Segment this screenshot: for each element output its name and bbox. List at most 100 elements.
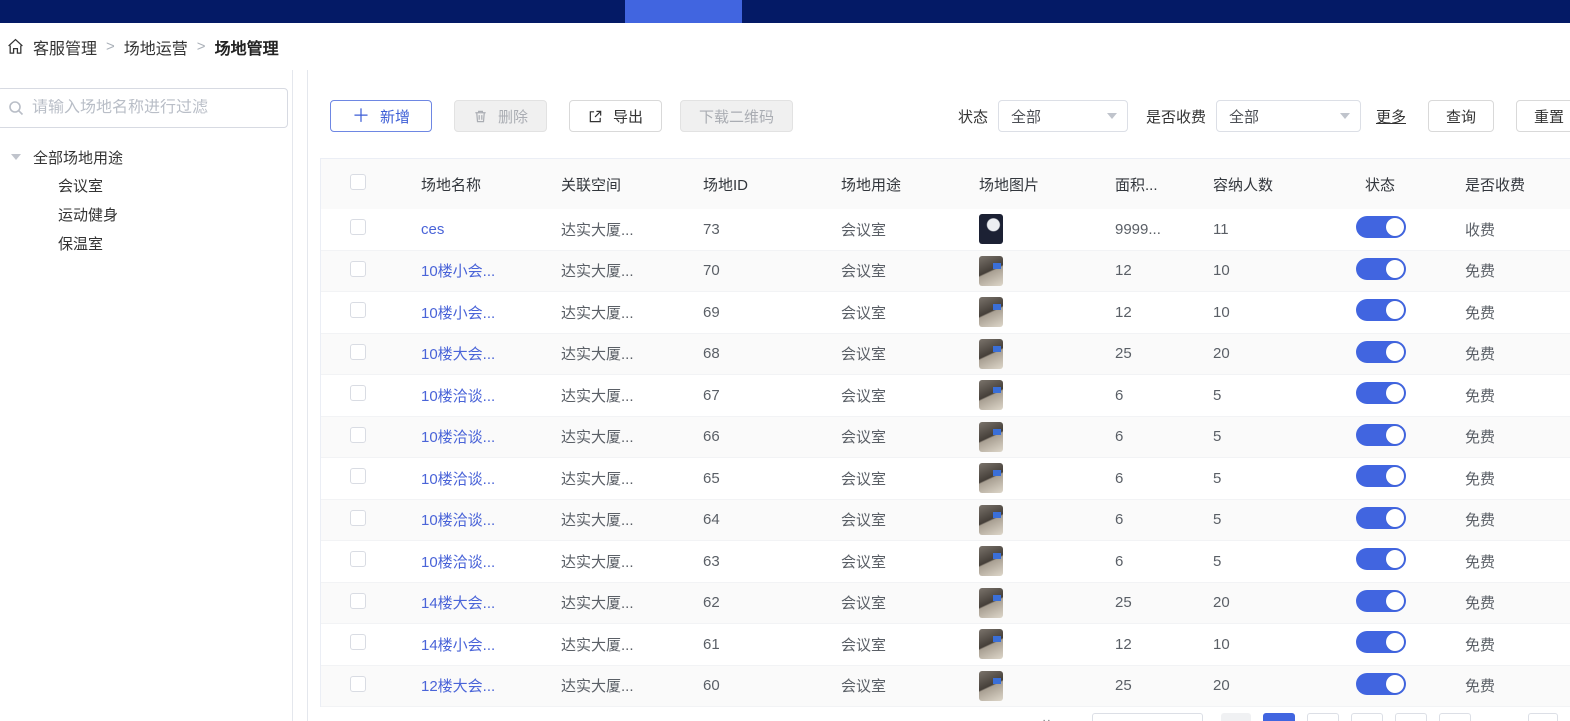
col-header-name: 场地名称 xyxy=(393,174,533,195)
venue-image[interactable] xyxy=(979,422,1003,452)
venue-image[interactable] xyxy=(979,588,1003,618)
page-button-3[interactable]: 3 xyxy=(1351,713,1383,721)
venue-filter-search[interactable] xyxy=(0,88,288,128)
row-checkbox[interactable] xyxy=(350,261,366,277)
cell-fee: 免费 xyxy=(1437,260,1570,281)
page-button-4[interactable]: 4 xyxy=(1395,713,1427,721)
topbar-active-segment[interactable] xyxy=(625,0,742,23)
cell-area: 6 xyxy=(1087,470,1185,487)
download-qr-button[interactable]: 下载二维码 xyxy=(680,100,793,132)
cell-fee: 免费 xyxy=(1437,675,1570,696)
home-icon[interactable] xyxy=(7,38,24,55)
status-toggle[interactable] xyxy=(1356,548,1406,570)
venue-name-link[interactable]: 10楼小会... xyxy=(421,263,495,280)
status-toggle[interactable] xyxy=(1356,424,1406,446)
status-toggle[interactable] xyxy=(1356,299,1406,321)
venue-image[interactable] xyxy=(979,380,1003,410)
venue-name-link[interactable]: 10楼洽谈... xyxy=(421,429,495,446)
query-button[interactable]: 查询 xyxy=(1428,100,1494,132)
next-page-button[interactable]: › xyxy=(1528,713,1558,721)
status-toggle[interactable] xyxy=(1356,216,1406,238)
venue-image[interactable] xyxy=(979,671,1003,701)
cell-space: 达实大厦... xyxy=(533,385,675,406)
row-checkbox[interactable] xyxy=(350,302,366,318)
venue-name-link[interactable]: 10楼大会... xyxy=(421,346,495,363)
venue-image[interactable] xyxy=(979,546,1003,576)
status-toggle[interactable] xyxy=(1356,590,1406,612)
add-button[interactable]: ＋ 新增 xyxy=(330,100,432,132)
status-toggle[interactable] xyxy=(1356,673,1406,695)
row-checkbox[interactable] xyxy=(350,344,366,360)
venue-name-link[interactable]: 14楼小会... xyxy=(421,637,495,654)
cell-capacity: 10 xyxy=(1185,636,1337,653)
toggle-knob xyxy=(1386,218,1404,236)
venue-name-link[interactable]: ces xyxy=(421,221,444,238)
tree-node-root[interactable]: 全部场地用途 xyxy=(0,142,292,172)
row-checkbox[interactable] xyxy=(350,427,366,443)
tree-node-warm-room[interactable]: 保温室 xyxy=(0,230,292,259)
venue-name-link[interactable]: 10楼洽谈... xyxy=(421,554,495,571)
venue-image[interactable] xyxy=(979,463,1003,493)
row-checkbox[interactable] xyxy=(350,634,366,650)
breadcrumb-item[interactable]: 客服管理 xyxy=(33,35,97,59)
prev-page-button[interactable]: ‹ xyxy=(1221,713,1251,721)
export-icon xyxy=(588,109,603,124)
cell-fee: 免费 xyxy=(1437,634,1570,655)
row-checkbox[interactable] xyxy=(350,510,366,526)
export-button[interactable]: 导出 xyxy=(569,100,662,132)
venue-image[interactable] xyxy=(979,297,1003,327)
row-checkbox[interactable] xyxy=(350,219,366,235)
row-checkbox[interactable] xyxy=(350,551,366,567)
plus-icon: ＋ xyxy=(352,107,370,125)
toggle-knob xyxy=(1386,633,1404,651)
breadcrumb: 客服管理 > 场地运营 > 场地管理 xyxy=(0,23,1570,70)
venue-image[interactable] xyxy=(979,256,1003,286)
row-checkbox[interactable] xyxy=(350,593,366,609)
cell-space: 达实大厦... xyxy=(533,219,675,240)
status-toggle[interactable] xyxy=(1356,341,1406,363)
venue-name-link[interactable]: 10楼洽谈... xyxy=(421,512,495,529)
row-checkbox[interactable] xyxy=(350,468,366,484)
venue-image[interactable] xyxy=(979,629,1003,659)
toggle-knob xyxy=(1386,384,1404,402)
cell-capacity: 5 xyxy=(1185,387,1337,404)
select-all-checkbox[interactable] xyxy=(350,174,366,190)
status-filter-select[interactable]: 全部 xyxy=(998,100,1128,132)
status-toggle[interactable] xyxy=(1356,258,1406,280)
tree-node-meeting-room[interactable]: 会议室 xyxy=(0,172,292,201)
cell-area: 6 xyxy=(1087,511,1185,528)
reset-button[interactable]: 重置 xyxy=(1516,100,1570,132)
cell-venue-id: 64 xyxy=(675,511,813,528)
venue-name-link[interactable]: 10楼洽谈... xyxy=(421,471,495,488)
more-link[interactable]: 更多 xyxy=(1376,106,1406,127)
venue-name-link[interactable]: 10楼小会... xyxy=(421,305,495,322)
pagination-total: 共12条 xyxy=(1040,713,1078,721)
venue-name-link[interactable]: 14楼大会... xyxy=(421,595,495,612)
fee-filter-select[interactable]: 全部 xyxy=(1216,100,1361,132)
page-button-5[interactable]: 5 xyxy=(1439,713,1471,721)
page-button-2[interactable]: 2 xyxy=(1307,713,1339,721)
status-toggle[interactable] xyxy=(1356,507,1406,529)
venue-name-link[interactable]: 12楼大会... xyxy=(421,678,495,695)
breadcrumb-item[interactable]: 场地运营 xyxy=(124,35,188,59)
row-checkbox[interactable] xyxy=(350,385,366,401)
status-toggle[interactable] xyxy=(1356,465,1406,487)
venue-name-link[interactable]: 10楼洽谈... xyxy=(421,388,495,405)
venue-image[interactable] xyxy=(979,505,1003,535)
page-button-1[interactable]: 1 xyxy=(1263,713,1295,721)
delete-button[interactable]: 删除 xyxy=(454,100,547,132)
venue-purpose-tree: 全部场地用途 会议室 运动健身 保温室 xyxy=(0,142,292,259)
search-input[interactable] xyxy=(32,99,262,117)
status-toggle[interactable] xyxy=(1356,382,1406,404)
cell-area: 25 xyxy=(1087,594,1185,611)
table-row: 10楼洽谈...达实大厦...66会议室65免费 xyxy=(321,417,1570,459)
tree-node-fitness[interactable]: 运动健身 xyxy=(0,201,292,230)
row-checkbox[interactable] xyxy=(350,676,366,692)
page-size-select[interactable]: 10条/页 xyxy=(1092,713,1203,721)
status-toggle[interactable] xyxy=(1356,631,1406,653)
venue-image[interactable] xyxy=(979,214,1003,244)
toggle-knob xyxy=(1386,509,1404,527)
venue-image[interactable] xyxy=(979,339,1003,369)
cell-venue-id: 62 xyxy=(675,594,813,611)
chevron-down-icon[interactable] xyxy=(11,154,21,160)
